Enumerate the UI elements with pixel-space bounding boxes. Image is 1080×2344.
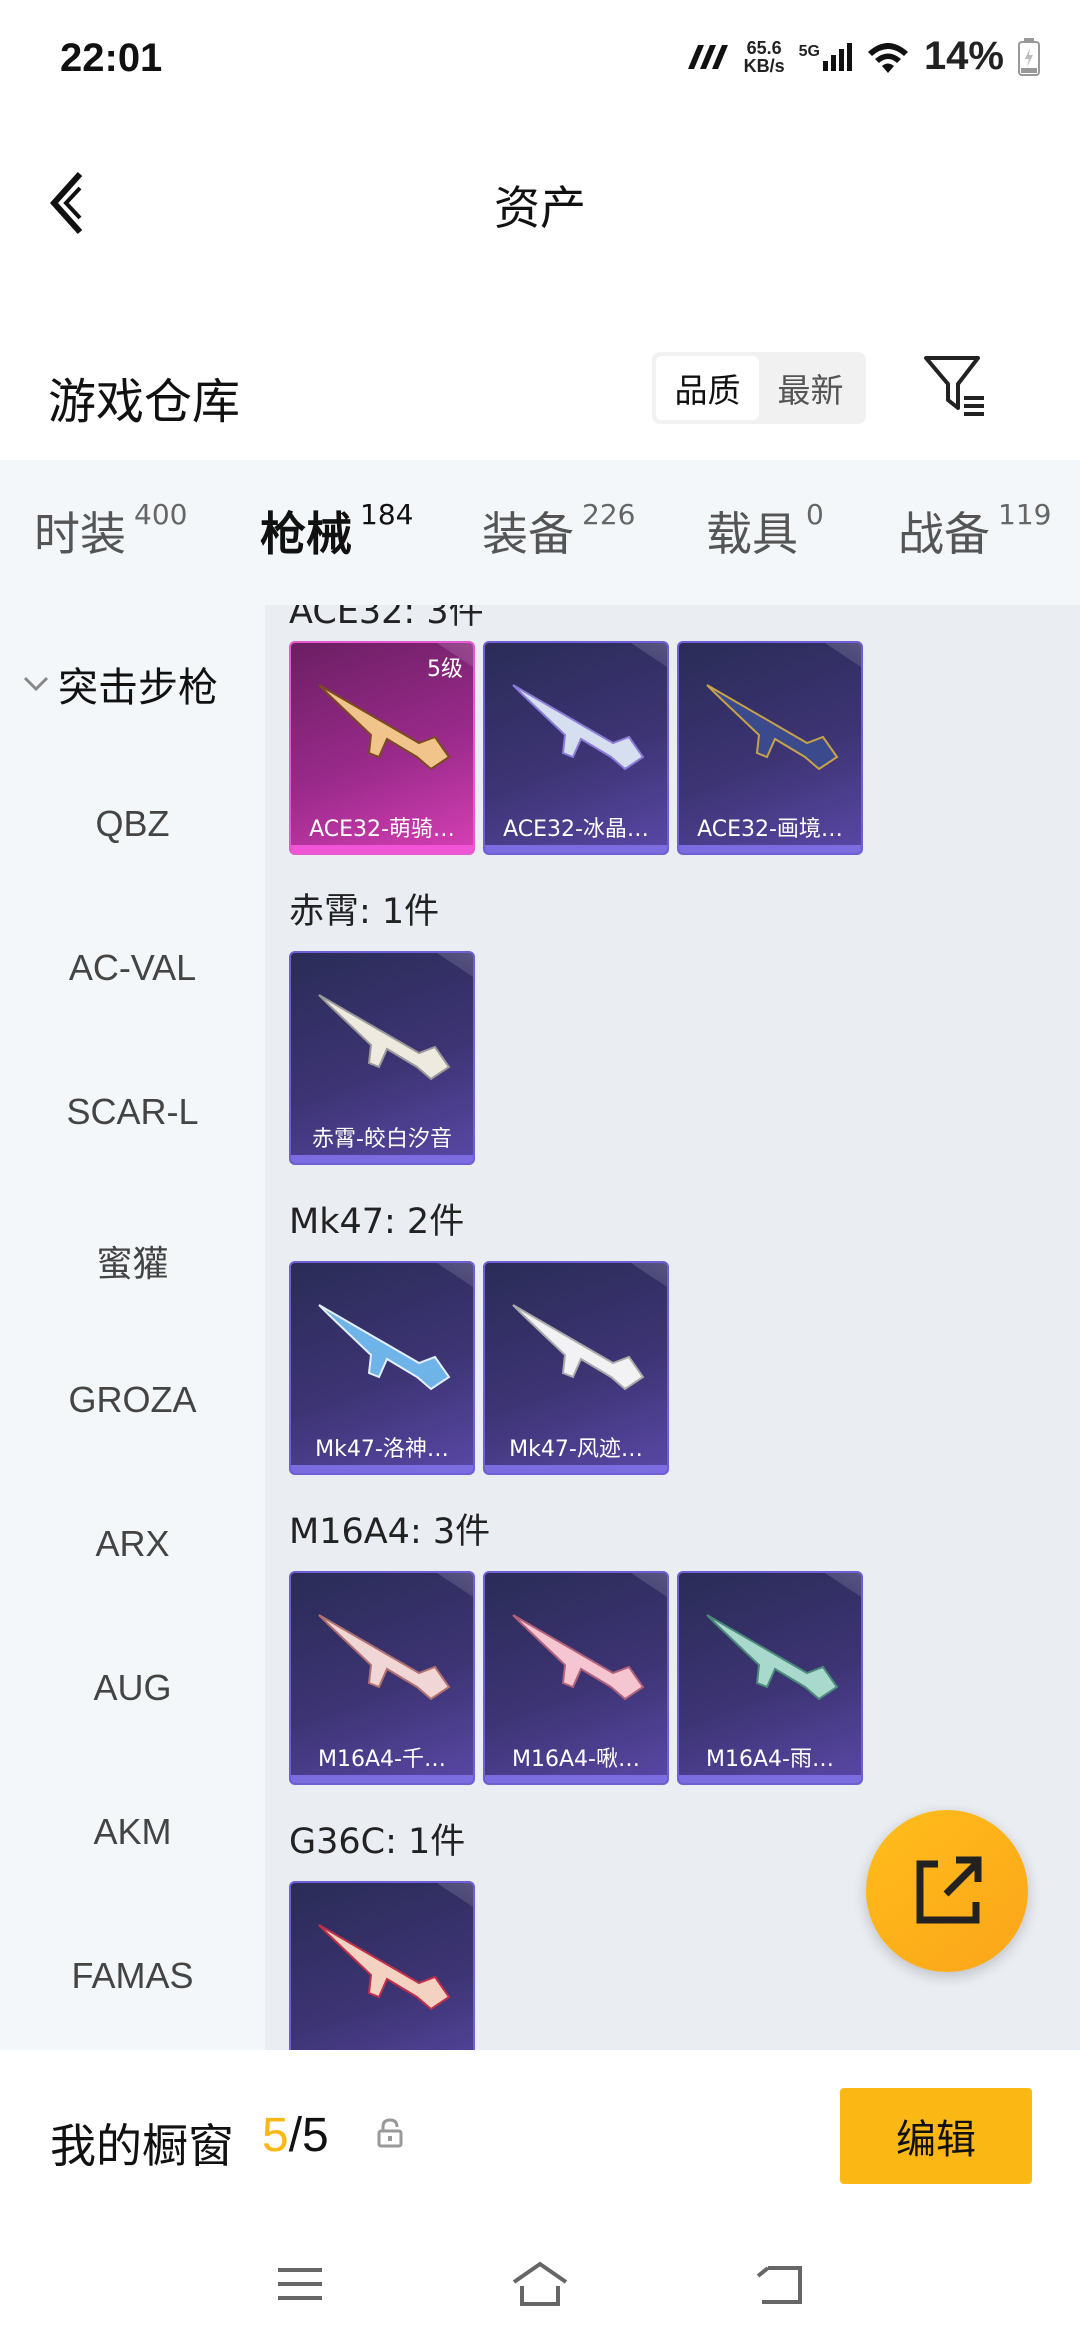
rifle-skin-icon [512,684,645,771]
status-time: 22:01 [60,36,163,80]
filter-icon [924,356,984,416]
sidebar-item-arx[interactable]: ARX [0,1523,265,1565]
group-label-g36c: G36C: 1件 [289,1822,466,1862]
sidebar-item-honey-badger[interactable]: 蜜獾 [0,1235,265,1287]
weapon-name: Mk47-洛神… [315,1437,449,1462]
rifle-skin-icon [706,1614,839,1701]
return-icon[interactable] [754,2260,808,2308]
category-tabs: 时装 400 枪械 184 装备 226 载具 0 战备 119 [0,460,1080,618]
weapon-name: Mk47-风迹… [509,1437,643,1462]
chevron-down-icon [23,676,49,692]
weapon-card[interactable]: 赤霄-皎白汐音 [289,951,475,1165]
tab-count: 0 [806,498,824,531]
tab-count: 119 [998,498,1052,531]
tab-fashion[interactable]: 时装 400 [34,498,187,564]
sort-newest-button[interactable]: 最新 [759,356,862,420]
sidebar-item-aug[interactable]: AUG [0,1667,265,1709]
tab-tactical[interactable]: 战备 119 [898,498,1051,564]
tab-label: 枪械 [260,507,352,561]
rifle-skin-icon [318,1304,451,1391]
weapon-card[interactable] [289,1881,475,2050]
network-type: 5G [798,42,820,60]
lock-icon [377,2118,403,2148]
battery-icon [1018,37,1040,76]
weapon-name: M16A4-啾… [512,1747,640,1772]
weapon-card[interactable]: ACE32-冰晶… [483,641,669,855]
speed-unit: KB/s [743,55,785,76]
share-icon [916,1856,982,1924]
wifi-icon [867,42,908,73]
weapon-card[interactable]: ACE32-画境… [677,641,863,855]
rifle-skin-icon [318,1924,451,2011]
tab-label: 载具 [706,507,798,561]
sidebar-category-assault-rifle[interactable]: 突击步枪 [22,655,218,713]
showcase-bar: 我的橱窗 5/5 编辑 [0,2050,1080,2220]
sidebar-item-scar-l[interactable]: SCAR-L [0,1091,265,1133]
sidebar-item-qbz[interactable]: QBZ [0,803,265,845]
weapon-card[interactable]: Mk47-洛神… [289,1261,475,1475]
tab-vehicles[interactable]: 载具 0 [706,498,824,564]
showcase-total: /5 [288,2109,329,2162]
showcase-label: 我的橱窗 [50,2119,234,2173]
battery-percent: 14% [923,34,1004,78]
weapon-card[interactable]: M16A4-雨… [677,1571,863,1785]
sidebar-item-ac-val[interactable]: AC-VAL [0,947,265,989]
group-label-m16a4: M16A4: 3件 [289,1512,491,1552]
weapon-type-sidebar: 突击步枪 QBZ AC-VAL SCAR-L 蜜獾 GROZA ARX AUG … [0,605,265,2050]
weapon-name: ACE32-画境… [697,817,843,842]
sidebar-item-famas[interactable]: FAMAS [0,1955,265,1997]
sort-toggle: 品质 最新 [652,352,866,424]
status-bar: 22:01 65.6 KB/s 5G 14% [0,0,1080,120]
filter-button[interactable] [922,352,988,418]
speed-value: 65.6 [746,37,782,58]
weapon-card[interactable]: M16A4-啾… [483,1571,669,1785]
weapon-name: ACE32-萌骑… [309,817,455,842]
showcase-count: 5/5 [262,2108,329,2163]
sort-quality-button[interactable]: 品质 [656,356,759,420]
rifle-skin-icon [706,684,839,771]
weapon-name: M16A4-千… [318,1747,446,1772]
weapon-card[interactable]: Mk47-风迹… [483,1261,669,1475]
rifle-skin-icon [318,684,451,771]
tab-label: 装备 [482,507,574,561]
sidebar-category-label: 突击步枪 [58,665,218,711]
weapon-name: M16A4-雨… [706,1747,834,1772]
warehouse-title: 游戏仓库 [48,374,241,430]
tab-label: 战备 [898,507,990,561]
menu-icon[interactable] [276,2260,324,2308]
system-nav-bar [0,2220,1080,2344]
header: 资产 [0,150,1080,250]
tab-count: 400 [134,498,188,531]
home-icon[interactable] [510,2260,570,2308]
tab-label: 时装 [34,507,126,561]
weapon-name: 赤霄-皎白汐音 [312,1127,452,1152]
rifle-skin-icon [512,1304,645,1391]
rifle-skin-icon [318,1614,451,1701]
page-title: 资产 [494,181,586,235]
group-label-chixiao: 赤霄: 1件 [289,892,440,932]
carrier-logo-icon [687,44,728,69]
tab-count: 184 [360,498,414,531]
group-label-ace32: ACE32: 3件 [289,605,484,632]
network-speed: 65.6 KB/s [744,39,785,75]
signal-icon: 5G [798,42,852,71]
weapon-name: ACE32-冰晶… [503,817,649,842]
group-label-mk47: Mk47: 2件 [289,1202,465,1242]
status-icons: 65.6 KB/s 5G 14% [684,34,1040,79]
showcase-current: 5 [262,2109,289,2162]
sidebar-item-groza[interactable]: GROZA [0,1379,265,1421]
share-button[interactable] [866,1810,1028,1972]
tab-count: 226 [582,498,636,531]
tab-firearms[interactable]: 枪械 184 [260,498,414,618]
rifle-skin-icon [512,1614,645,1701]
rifle-skin-icon [318,994,451,1081]
sidebar-item-akm[interactable]: AKM [0,1811,265,1853]
edit-button[interactable]: 编辑 [840,2088,1032,2184]
tab-equipment[interactable]: 装备 226 [482,498,635,564]
weapon-card[interactable]: M16A4-千… [289,1571,475,1785]
weapon-card[interactable]: 5级 ACE32-萌骑… [289,641,475,855]
